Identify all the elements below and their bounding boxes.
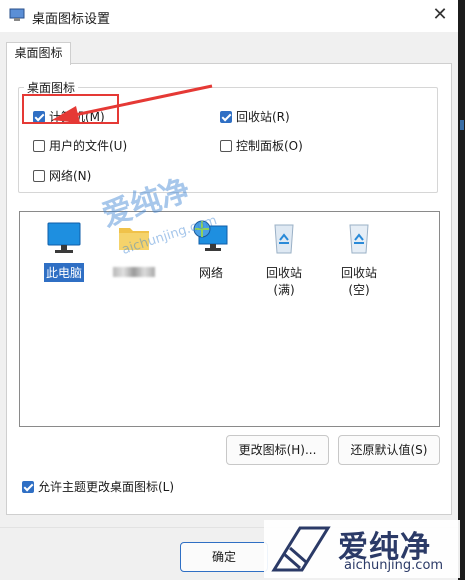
change-icon-button[interactable]: 更改图标(H)... [226,435,329,465]
window-title: 桌面图标设置 [32,12,111,27]
watermark-logo: 爱纯净 aichunjing.com [264,520,460,578]
checkbox-allow-theme[interactable]: 允许主题更改桌面图标(L) [22,478,174,495]
icon-item-recycle-full[interactable]: 回收站(满) [254,218,314,299]
icon-item-recycle-empty[interactable]: 回收站(空) [329,218,389,299]
checkbox-user-files-box[interactable] [33,139,45,152]
icon-label-network: 网络 [198,266,223,280]
checkbox-network-label: 网络(N) [49,169,92,183]
checkbox-recycle-bin[interactable]: 回收站(R) [220,108,290,125]
watermark-url: aichunjing.com [344,558,444,573]
icon-label-recycle-full: 回收站(满) [265,266,302,297]
checkbox-user-files[interactable]: 用户的文件(U) [33,137,127,154]
recycle-bin-empty-icon [349,224,369,254]
annotation-arrow [52,84,213,123]
icon-item-this-pc[interactable]: 此电脑 [34,218,94,282]
checkbox-control-panel-label: 控制面板(O) [236,139,303,153]
checkbox-network[interactable]: 网络(N) [33,167,91,184]
checkbox-control-panel[interactable]: 控制面板(O) [220,137,303,154]
checkbox-recycle-bin-box[interactable] [220,110,232,123]
checkbox-network-box[interactable] [33,169,45,182]
monitor-icon [47,222,81,253]
icon-item-network[interactable]: 网络 [181,218,241,282]
app-icon [9,8,25,21]
restore-default-button[interactable]: 还原默认值(S) [338,435,440,465]
ok-button[interactable]: 确定 [180,542,268,572]
watermark-logo-icon [271,526,331,572]
checkbox-user-files-label: 用户的文件(U) [49,139,128,153]
checkbox-control-panel-box[interactable] [220,139,232,152]
icon-list[interactable]: 此电脑 网络 回收站(满) 回收站(空) [19,211,440,427]
title-bar: 桌面图标设置 ✕ [0,0,458,32]
checkbox-allow-theme-box[interactable] [22,480,34,493]
icon-item-user-files[interactable] [104,218,164,280]
recycle-bin-full-icon [274,224,294,254]
blurred-label [113,267,155,277]
close-icon[interactable]: ✕ [426,2,454,28]
background-accent [460,120,464,130]
checkbox-recycle-bin-label: 回收站(R) [236,110,290,124]
tab-desktop-icons[interactable]: 桌面图标 [6,42,71,65]
background-strip [458,0,465,579]
icon-label-this-pc: 此电脑 [43,263,84,282]
network-icon [193,220,228,251]
folder-icon [119,228,149,250]
icon-label-recycle-empty: 回收站(空) [340,266,377,297]
checkbox-allow-theme-label: 允许主题更改桌面图标(L) [38,480,175,494]
desktop-icon-settings-window: 桌面图标设置 ✕ 桌面图标 桌面图标 计算机(M) 回收站(R) 用户的文件(U… [0,0,459,580]
